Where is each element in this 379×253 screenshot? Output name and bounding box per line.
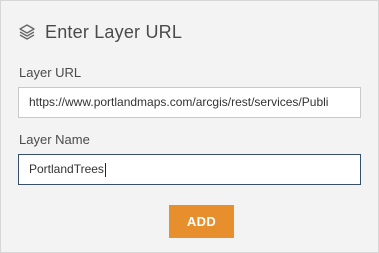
layers-icon	[17, 22, 37, 42]
layer-name-label: Layer Name	[19, 132, 90, 147]
layer-url-value: https://www.portlandmaps.com/arcgis/rest…	[29, 95, 329, 109]
panel-header: Enter Layer URL	[17, 20, 182, 44]
layer-url-input[interactable]: https://www.portlandmaps.com/arcgis/rest…	[18, 87, 361, 118]
layer-url-label: Layer URL	[19, 65, 82, 80]
add-button[interactable]: ADD	[169, 205, 234, 238]
layer-name-input[interactable]: PortlandTrees	[18, 154, 361, 185]
enter-layer-url-panel: Enter Layer URL Layer URL https://www.po…	[0, 0, 379, 253]
panel-title: Enter Layer URL	[45, 21, 183, 42]
text-caret	[104, 162, 106, 177]
layer-name-value: PortlandTrees	[29, 162, 104, 176]
